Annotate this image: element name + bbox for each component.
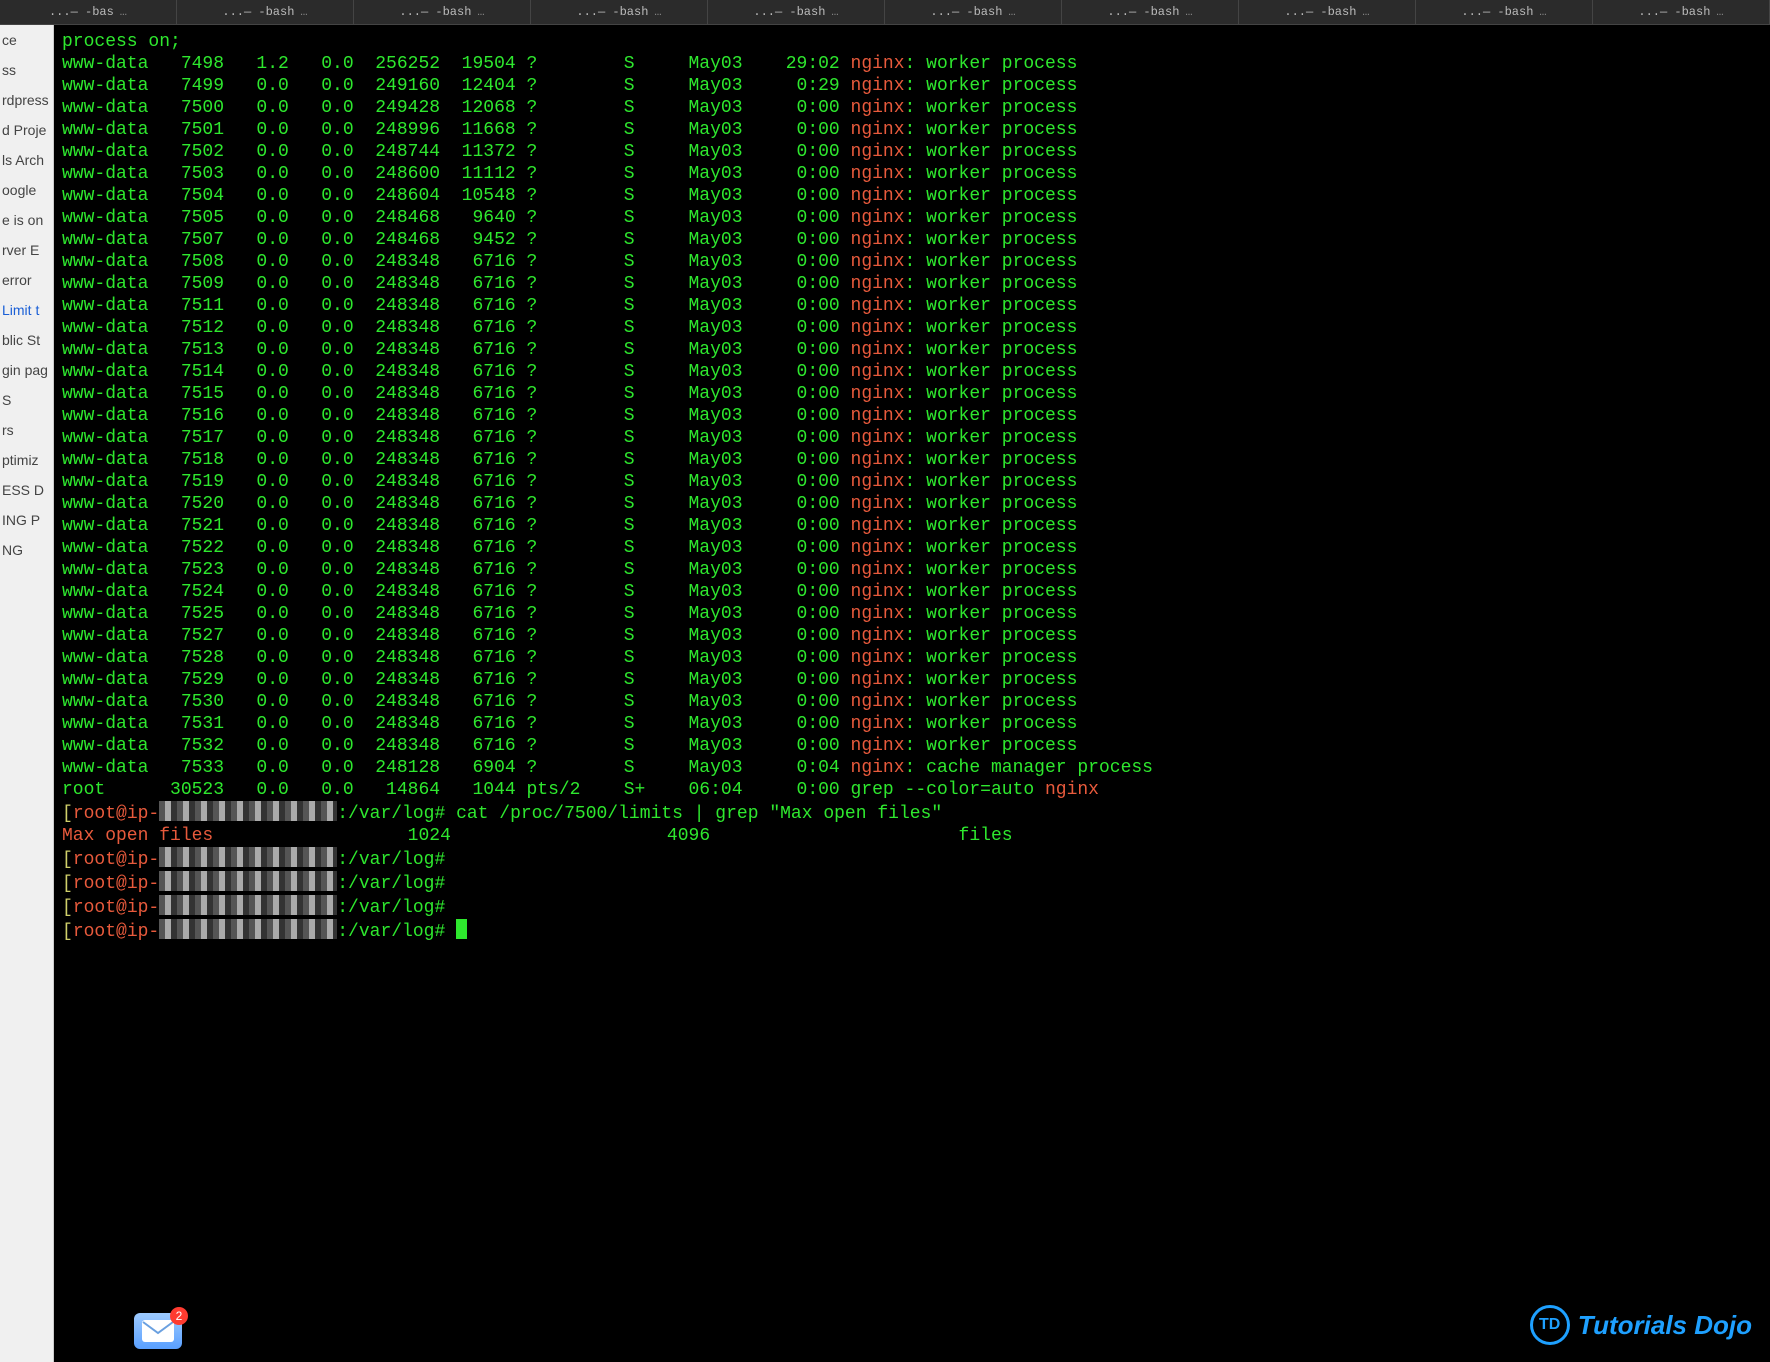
terminal-line: www-data 7513 0.0 0.0 248348 6716 ? S Ma… (62, 339, 1770, 361)
terminal-line: www-data 7530 0.0 0.0 248348 6716 ? S Ma… (62, 691, 1770, 713)
terminal-line: www-data 7517 0.0 0.0 248348 6716 ? S Ma… (62, 427, 1770, 449)
bookmark-item[interactable]: ESS D (0, 475, 53, 505)
bookmark-item[interactable]: rver E (0, 235, 53, 265)
bookmark-item[interactable]: ce (0, 25, 53, 55)
terminal-line: www-data 7533 0.0 0.0 248128 6904 ? S Ma… (62, 757, 1770, 779)
bookmark-item[interactable]: ING P (0, 505, 53, 535)
terminal-tab[interactable]: ...— -bash… (531, 0, 708, 24)
terminal-tab[interactable]: ...— -bash… (1239, 0, 1416, 24)
terminal-line: www-data 7498 1.2 0.0 256252 19504 ? S M… (62, 53, 1770, 75)
bookmark-item[interactable]: NG (0, 535, 53, 565)
bookmark-item[interactable]: e is on (0, 205, 53, 235)
mail-badge-count: 2 (170, 1307, 188, 1325)
terminal-tab[interactable]: ...— -bas… (0, 0, 177, 24)
terminal-line: www-data 7508 0.0 0.0 248348 6716 ? S Ma… (62, 251, 1770, 273)
terminal-line: www-data 7516 0.0 0.0 248348 6716 ? S Ma… (62, 405, 1770, 427)
terminal-line: www-data 7502 0.0 0.0 248744 11372 ? S M… (62, 141, 1770, 163)
terminal-line: www-data 7528 0.0 0.0 248348 6716 ? S Ma… (62, 647, 1770, 669)
bookmark-item[interactable]: ls Arch (0, 145, 53, 175)
terminal-line: www-data 7531 0.0 0.0 248348 6716 ? S Ma… (62, 713, 1770, 735)
terminal-pane[interactable]: process on;www-data 7498 1.2 0.0 256252 … (54, 25, 1770, 1362)
tutorials-dojo-watermark: TD Tutorials Dojo (1530, 1305, 1752, 1345)
terminal-line: www-data 7514 0.0 0.0 248348 6716 ? S Ma… (62, 361, 1770, 383)
terminal-tab-bar: ...— -bas…...— -bash…...— -bash…...— -ba… (0, 0, 1770, 25)
bookmark-item[interactable]: blic St (0, 325, 53, 355)
bookmark-item[interactable]: gin pag (0, 355, 53, 385)
bookmark-item[interactable]: S (0, 385, 53, 415)
terminal-line: [root@ip-:/var/log# (62, 895, 1770, 919)
terminal-line: www-data 7521 0.0 0.0 248348 6716 ? S Ma… (62, 515, 1770, 537)
logo-text: Tutorials Dojo (1578, 1310, 1752, 1341)
terminal-line: [root@ip-:/var/log# (62, 871, 1770, 895)
mail-app-icon[interactable]: 2 (134, 1313, 182, 1349)
terminal-line: Max open files 1024 4096 files (62, 825, 1770, 847)
bookmark-item[interactable]: Limit t (0, 295, 53, 325)
terminal-line: www-data 7504 0.0 0.0 248604 10548 ? S M… (62, 185, 1770, 207)
terminal-line: www-data 7518 0.0 0.0 248348 6716 ? S Ma… (62, 449, 1770, 471)
redacted-hostname (159, 919, 337, 939)
bookmark-item[interactable]: error (0, 265, 53, 295)
terminal-tab[interactable]: ...— -bash… (177, 0, 354, 24)
redacted-hostname (159, 801, 337, 821)
terminal-line: www-data 7500 0.0 0.0 249428 12068 ? S M… (62, 97, 1770, 119)
bookmark-item[interactable]: ss (0, 55, 53, 85)
terminal-line: www-data 7523 0.0 0.0 248348 6716 ? S Ma… (62, 559, 1770, 581)
terminal-line: www-data 7515 0.0 0.0 248348 6716 ? S Ma… (62, 383, 1770, 405)
terminal-line: www-data 7499 0.0 0.0 249160 12404 ? S M… (62, 75, 1770, 97)
terminal-line: process on; (62, 31, 1770, 53)
terminal-line: www-data 7509 0.0 0.0 248348 6716 ? S Ma… (62, 273, 1770, 295)
terminal-line: www-data 7520 0.0 0.0 248348 6716 ? S Ma… (62, 493, 1770, 515)
terminal-line: www-data 7503 0.0 0.0 248600 11112 ? S M… (62, 163, 1770, 185)
terminal-line: www-data 7527 0.0 0.0 248348 6716 ? S Ma… (62, 625, 1770, 647)
terminal-line: www-data 7522 0.0 0.0 248348 6716 ? S Ma… (62, 537, 1770, 559)
terminal-line: www-data 7505 0.0 0.0 248468 9640 ? S Ma… (62, 207, 1770, 229)
terminal-line: www-data 7525 0.0 0.0 248348 6716 ? S Ma… (62, 603, 1770, 625)
terminal-tab[interactable]: ...— -bash… (354, 0, 531, 24)
bookmark-item[interactable]: ptimiz (0, 445, 53, 475)
terminal-tab[interactable]: ...— -bash… (1416, 0, 1593, 24)
terminal-line: www-data 7512 0.0 0.0 248348 6716 ? S Ma… (62, 317, 1770, 339)
terminal-line: www-data 7532 0.0 0.0 248348 6716 ? S Ma… (62, 735, 1770, 757)
terminal-tab[interactable]: ...— -bash… (708, 0, 885, 24)
terminal-line: [root@ip-:/var/log# (62, 919, 1770, 943)
terminal-tab[interactable]: ...— -bash… (1593, 0, 1770, 24)
cursor (456, 919, 467, 939)
terminal-tab[interactable]: ...— -bash… (885, 0, 1062, 24)
terminal-line: www-data 7519 0.0 0.0 248348 6716 ? S Ma… (62, 471, 1770, 493)
redacted-hostname (159, 895, 337, 915)
terminal-line: www-data 7511 0.0 0.0 248348 6716 ? S Ma… (62, 295, 1770, 317)
browser-bookmark-sidebar: cessrdpressd Projels Archooglee is onrve… (0, 25, 54, 1362)
bookmark-item[interactable]: rdpress (0, 85, 53, 115)
logo-mark: TD (1530, 1305, 1570, 1345)
terminal-line: www-data 7507 0.0 0.0 248468 9452 ? S Ma… (62, 229, 1770, 251)
bookmark-item[interactable]: d Proje (0, 115, 53, 145)
terminal-line: www-data 7529 0.0 0.0 248348 6716 ? S Ma… (62, 669, 1770, 691)
terminal-line: www-data 7524 0.0 0.0 248348 6716 ? S Ma… (62, 581, 1770, 603)
bookmark-item[interactable]: oogle (0, 175, 53, 205)
terminal-line: [root@ip-:/var/log# cat /proc/7500/limit… (62, 801, 1770, 825)
redacted-hostname (159, 871, 337, 891)
redacted-hostname (159, 847, 337, 867)
terminal-line: [root@ip-:/var/log# (62, 847, 1770, 871)
terminal-line: www-data 7501 0.0 0.0 248996 11668 ? S M… (62, 119, 1770, 141)
bookmark-item[interactable]: rs (0, 415, 53, 445)
terminal-line: root 30523 0.0 0.0 14864 1044 pts/2 S+ 0… (62, 779, 1770, 801)
terminal-tab[interactable]: ...— -bash… (1062, 0, 1239, 24)
